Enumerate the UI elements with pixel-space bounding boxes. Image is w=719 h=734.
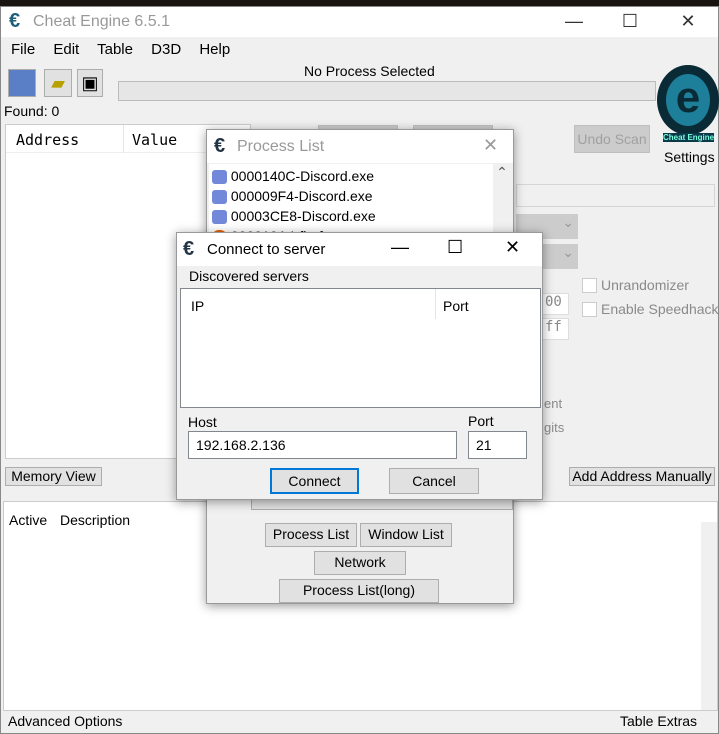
column-description[interactable]: Description [60, 512, 130, 528]
open-folder-icon[interactable]: ▰ [44, 69, 72, 97]
host-label: Host [188, 414, 217, 430]
port-label: Port [468, 413, 494, 429]
memory-view-button[interactable]: Memory View [5, 467, 102, 486]
partial-label: ent [544, 396, 563, 411]
process-list-long-button[interactable]: Process List(long) [279, 579, 439, 603]
unrandomizer-label: Unrandomizer [601, 277, 689, 293]
menu-edit[interactable]: Edit [53, 41, 79, 58]
logo-text: Cheat Engine [663, 133, 715, 142]
discord-icon [212, 170, 227, 185]
advanced-options[interactable]: Advanced Options [8, 713, 122, 729]
maximize-button[interactable]: ☐ [615, 11, 645, 32]
menu-bar: File Edit Table D3D Help [11, 41, 244, 58]
discord-icon [212, 190, 227, 205]
column-active[interactable]: Active [9, 512, 47, 528]
connect-dialog: € Connect to server — ☐ ✕ Discovered ser… [176, 232, 543, 500]
dialog-title: Process List [237, 138, 325, 155]
list-item[interactable]: 00003CE8-Discord.exe [212, 206, 376, 226]
connect-button[interactable]: Connect [270, 468, 359, 494]
list-item[interactable]: 000009F4-Discord.exe [212, 186, 376, 206]
cheat-engine-icon: € [183, 238, 195, 260]
dialog-title: Connect to server [207, 241, 326, 258]
maximize-button[interactable]: ☐ [447, 237, 463, 258]
cheat-engine-icon: € [9, 10, 21, 32]
column-address[interactable]: Address [16, 131, 79, 149]
table-extras[interactable]: Table Extras [620, 713, 697, 729]
cancel-button[interactable]: Cancel [389, 468, 479, 494]
speedhack-checkbox[interactable] [582, 302, 597, 317]
close-button[interactable]: ✕ [483, 135, 498, 156]
column-port[interactable]: Port [443, 298, 469, 314]
host-input[interactable]: 192.168.2.136 [188, 431, 457, 459]
column-ip[interactable]: IP [191, 298, 204, 314]
servers-list[interactable]: IP Port [180, 288, 541, 408]
add-address-button[interactable]: Add Address Manually [569, 467, 715, 486]
settings-label[interactable]: Settings [664, 149, 715, 165]
scrollbar[interactable] [701, 522, 717, 710]
save-icon[interactable]: ▣ [77, 69, 103, 97]
value-input[interactable] [516, 184, 715, 207]
connect-titlebar: € Connect to server — ☐ ✕ [177, 233, 542, 266]
process-list-button[interactable]: Process List [265, 523, 357, 547]
unrandomizer-checkbox[interactable] [582, 278, 597, 293]
close-button[interactable]: ✕ [505, 237, 520, 258]
undo-scan-button[interactable]: Undo Scan [574, 125, 650, 153]
window-title: Cheat Engine 6.5.1 [33, 13, 170, 30]
menu-help[interactable]: Help [199, 41, 230, 58]
group-label: Discovered servers [189, 268, 309, 284]
cheat-engine-logo[interactable]: e [657, 65, 719, 135]
discord-icon [212, 210, 227, 225]
progress-bar [118, 81, 656, 101]
menu-file[interactable]: File [11, 41, 35, 58]
minimize-button[interactable]: — [559, 11, 589, 32]
partial-label: gits [544, 420, 565, 435]
cheat-engine-icon: € [214, 135, 226, 157]
process-label: No Process Selected [304, 63, 435, 79]
menu-table[interactable]: Table [97, 41, 133, 58]
found-count: Found: 0 [4, 103, 60, 119]
close-button[interactable]: ✕ [673, 11, 703, 32]
port-input[interactable]: 21 [468, 431, 527, 459]
open-process-icon[interactable] [8, 69, 36, 97]
network-button[interactable]: Network [314, 551, 406, 575]
menu-d3d[interactable]: D3D [151, 41, 181, 58]
stop-address-input[interactable]: ff [541, 318, 569, 340]
start-address-input[interactable]: 00 [541, 293, 569, 315]
list-item[interactable]: 0000140C-Discord.exe [212, 166, 376, 186]
speedhack-label: Enable Speedhack [601, 301, 719, 317]
process-list-titlebar: € Process List ✕ [207, 130, 513, 163]
window-list-button[interactable]: Window List [360, 523, 452, 547]
minimize-button[interactable]: — [391, 237, 409, 258]
title-bar: € Cheat Engine 6.5.1 — ☐ ✕ [1, 7, 718, 37]
column-value[interactable]: Value [132, 131, 177, 149]
